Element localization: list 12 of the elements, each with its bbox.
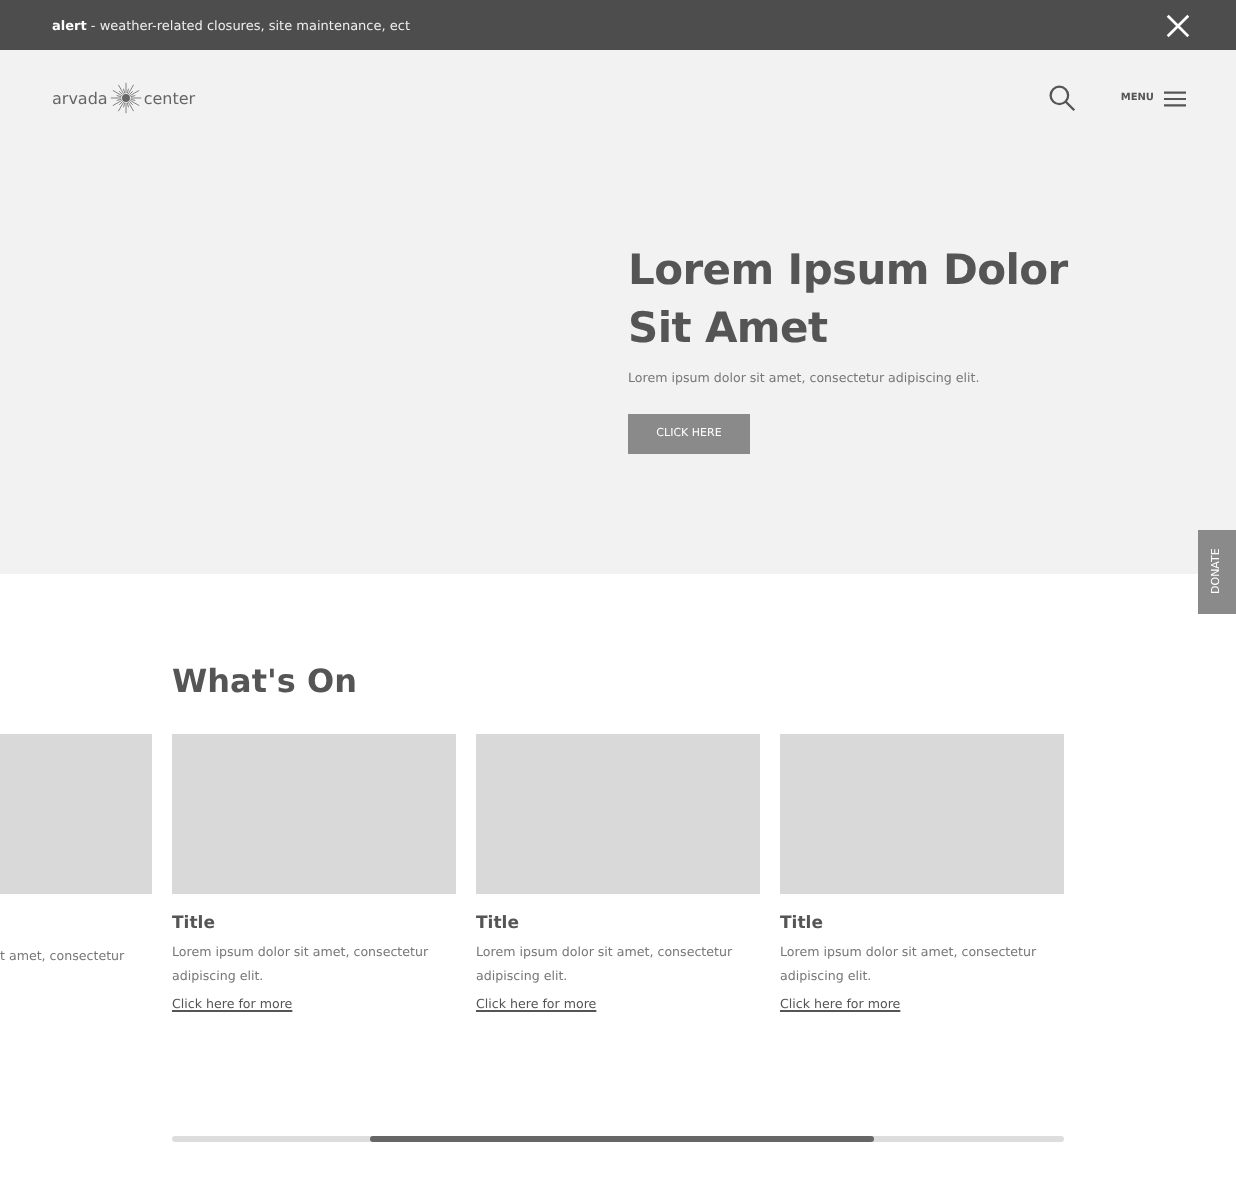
- logo-text[interactable]: arvada: [52, 89, 108, 107]
- scrollbar-thumb[interactable]: [370, 1136, 874, 1142]
- search-icon[interactable]: [1048, 84, 1077, 112]
- card-title: Title: [476, 914, 521, 934]
- card-title: Title: [172, 914, 217, 934]
- logo-text[interactable]: center: [143, 89, 196, 107]
- sunburst-icon: [109, 82, 142, 114]
- section-title: What's On: [172, 662, 359, 700]
- menu-icon: [1164, 89, 1186, 107]
- card-title: Title: [780, 914, 825, 934]
- close-icon[interactable]: [1166, 13, 1190, 37]
- hero-title: Lorem Ipsum Dolor Sit Amet: [628, 244, 1070, 356]
